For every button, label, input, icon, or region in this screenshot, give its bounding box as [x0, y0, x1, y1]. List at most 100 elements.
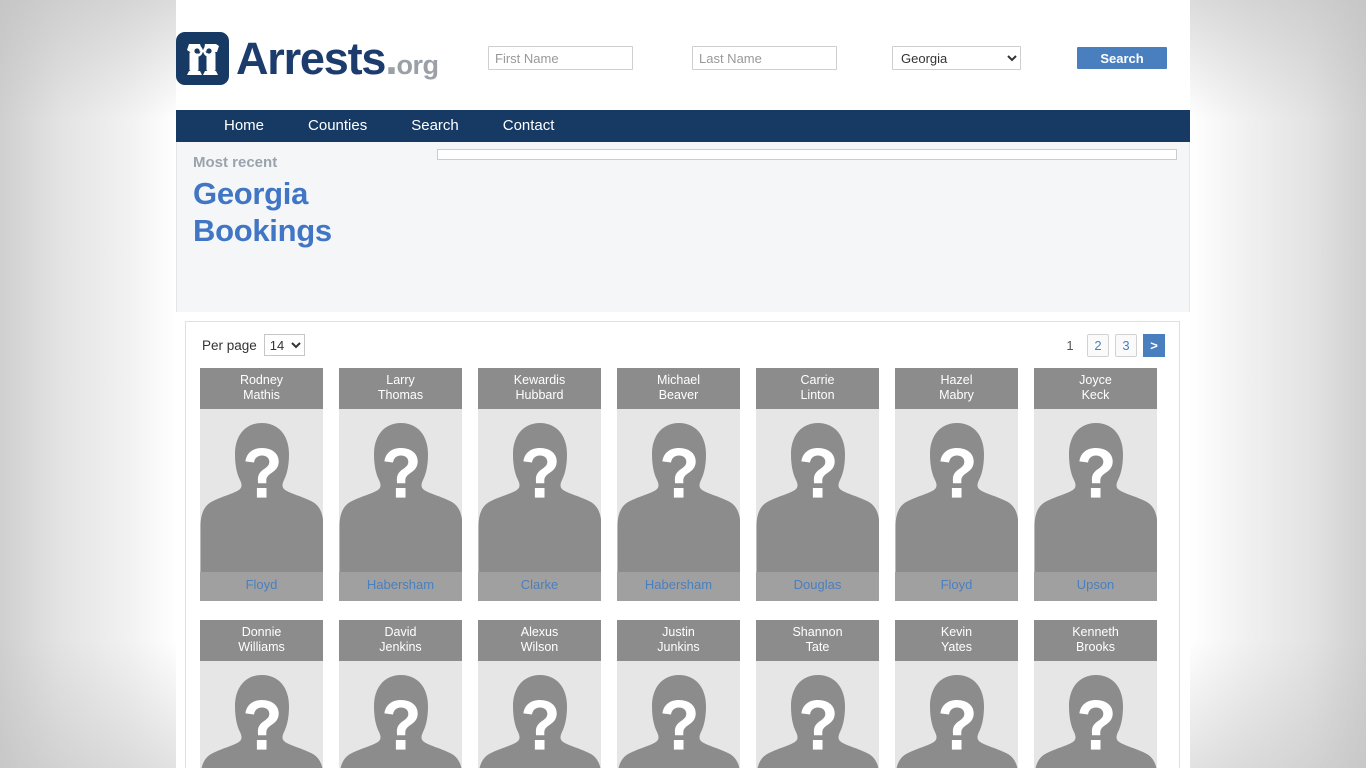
- booking-card[interactable]: Hazel Mabry Floyd: [895, 368, 1018, 601]
- booking-county-link[interactable]: Floyd: [200, 572, 323, 601]
- last-name-input[interactable]: [692, 46, 837, 70]
- booking-card-name: Donnie Williams: [200, 620, 323, 661]
- booking-first-name: Shannon: [792, 625, 843, 639]
- booking-card-name: Justin Junkins: [617, 620, 740, 661]
- unknown-person-silhouette-icon: [339, 409, 462, 572]
- headline-line-1: Georgia: [193, 176, 309, 211]
- unknown-person-silhouette-icon: [617, 661, 740, 768]
- booking-last-name: Jenkins: [379, 640, 422, 654]
- unknown-person-silhouette-icon: [339, 661, 462, 768]
- booking-first-name: Justin: [662, 625, 695, 639]
- booking-last-name: Linton: [800, 388, 835, 402]
- nav-item-search[interactable]: Search: [389, 110, 481, 142]
- search-button[interactable]: Search: [1077, 47, 1167, 69]
- logo-brand: Arrests: [236, 33, 386, 84]
- booking-first-name: Kewardis: [513, 373, 566, 387]
- booking-card[interactable]: David Jenkins: [339, 620, 462, 768]
- main-navigation: Home Counties Search Contact: [176, 110, 1190, 142]
- unknown-person-silhouette-icon: [756, 409, 879, 572]
- unknown-person-silhouette-icon: [1034, 409, 1157, 572]
- results-toolbar: Per page 14 1 2 3 >: [186, 322, 1179, 368]
- booking-first-name: Joyce: [1079, 373, 1112, 387]
- logo-dot: .: [385, 33, 398, 84]
- pagination-page-3[interactable]: 3: [1115, 333, 1137, 357]
- nav-item-counties[interactable]: Counties: [286, 110, 389, 142]
- booking-last-name: Mabry: [939, 388, 974, 402]
- nav-item-home[interactable]: Home: [202, 110, 286, 142]
- handcuffs-icon: [176, 32, 229, 85]
- booking-last-name: Hubbard: [515, 388, 564, 402]
- booking-card[interactable]: Donnie Williams: [200, 620, 323, 768]
- booking-first-name: Rodney: [239, 373, 284, 387]
- booking-county-link[interactable]: Douglas: [756, 572, 879, 601]
- booking-card[interactable]: Kenneth Brooks: [1034, 620, 1157, 768]
- booking-last-name: Keck: [1081, 388, 1110, 402]
- page-headline: Georgia Bookings: [193, 175, 443, 249]
- booking-card-name: Kevin Yates: [895, 620, 1018, 661]
- site-container: Arrests.org Georgia Search Home Counties…: [176, 0, 1190, 768]
- unknown-person-silhouette-icon: [1034, 661, 1157, 768]
- site-logo[interactable]: Arrests.org: [176, 32, 439, 85]
- logo-tld: org: [396, 50, 440, 80]
- booking-card-name: Kenneth Brooks: [1034, 620, 1157, 661]
- booking-first-name: Michael: [656, 373, 701, 387]
- unknown-person-silhouette-icon: [200, 661, 323, 768]
- booking-card-name: Michael Beaver: [617, 368, 740, 409]
- booking-card[interactable]: Shannon Tate: [756, 620, 879, 768]
- booking-card-name: Hazel Mabry: [895, 368, 1018, 409]
- booking-last-name: Wilson: [520, 640, 559, 654]
- booking-first-name: Kevin: [940, 625, 973, 639]
- unknown-person-silhouette-icon: [478, 409, 601, 572]
- booking-card[interactable]: Larry Thomas Habersham: [339, 368, 462, 601]
- unknown-person-silhouette-icon: [756, 661, 879, 768]
- booking-last-name: Brooks: [1076, 640, 1115, 654]
- booking-card[interactable]: Kevin Yates: [895, 620, 1018, 768]
- booking-last-name: Tate: [805, 640, 830, 654]
- booking-county-link[interactable]: Floyd: [895, 572, 1018, 601]
- booking-card[interactable]: Kewardis Hubbard Clarke: [478, 368, 601, 601]
- booking-card[interactable]: Carrie Linton Douglas: [756, 368, 879, 601]
- booking-county-link[interactable]: Upson: [1034, 572, 1157, 601]
- booking-first-name: Carrie: [800, 373, 835, 387]
- pagination-current-page: 1: [1066, 337, 1074, 353]
- page-title: Most recent Georgia Bookings: [193, 154, 443, 249]
- pagination-next-button[interactable]: >: [1143, 333, 1165, 357]
- header-search-form: Georgia Search: [488, 46, 1167, 70]
- bookings-grid: Rodney Mathis Floyd Larry Thomas Habersham Kew…: [186, 368, 1179, 768]
- unknown-person-silhouette-icon: [895, 661, 1018, 768]
- unknown-person-silhouette-icon: [617, 409, 740, 572]
- booking-card[interactable]: Justin Junkins: [617, 620, 740, 768]
- unknown-person-silhouette-icon: [895, 409, 1018, 572]
- booking-card-name: Shannon Tate: [756, 620, 879, 661]
- masthead: Arrests.org Georgia Search: [176, 0, 1190, 110]
- booking-last-name: Thomas: [377, 388, 424, 402]
- booking-card[interactable]: Alexus Wilson: [478, 620, 601, 768]
- booking-last-name: Mathis: [243, 388, 280, 402]
- booking-first-name: Kenneth: [1072, 625, 1119, 639]
- booking-card[interactable]: Joyce Keck Upson: [1034, 368, 1157, 601]
- first-name-input[interactable]: [488, 46, 633, 70]
- state-select[interactable]: Georgia: [892, 46, 1021, 70]
- nav-item-contact[interactable]: Contact: [481, 110, 577, 142]
- booking-last-name: Junkins: [657, 640, 700, 654]
- results-panel: Per page 14 1 2 3 > Rodney Mathis Floyd Lar…: [185, 321, 1180, 768]
- booking-last-name: Yates: [940, 640, 973, 654]
- pagination-page-2[interactable]: 2: [1087, 333, 1109, 357]
- booking-first-name: Donnie: [241, 625, 282, 639]
- booking-card-name: Rodney Mathis: [200, 368, 323, 409]
- booking-card-name: Larry Thomas: [339, 368, 462, 409]
- booking-card-name: Joyce Keck: [1034, 368, 1157, 409]
- booking-card[interactable]: Rodney Mathis Floyd: [200, 368, 323, 601]
- booking-card-name: Alexus Wilson: [478, 620, 601, 661]
- hero-band: Most recent Georgia Bookings: [176, 142, 1190, 312]
- booking-last-name: Beaver: [658, 388, 699, 402]
- booking-card[interactable]: Michael Beaver Habersham: [617, 368, 740, 601]
- booking-county-link[interactable]: Habersham: [617, 572, 740, 601]
- booking-first-name: David: [384, 625, 417, 639]
- per-page-select[interactable]: 14: [263, 334, 305, 356]
- booking-county-link[interactable]: Habersham: [339, 572, 462, 601]
- booking-first-name: Larry: [386, 373, 415, 387]
- pagination: 1 2 3 >: [1059, 333, 1165, 357]
- booking-county-link[interactable]: Clarke: [478, 572, 601, 601]
- booking-card-name: Carrie Linton: [756, 368, 879, 409]
